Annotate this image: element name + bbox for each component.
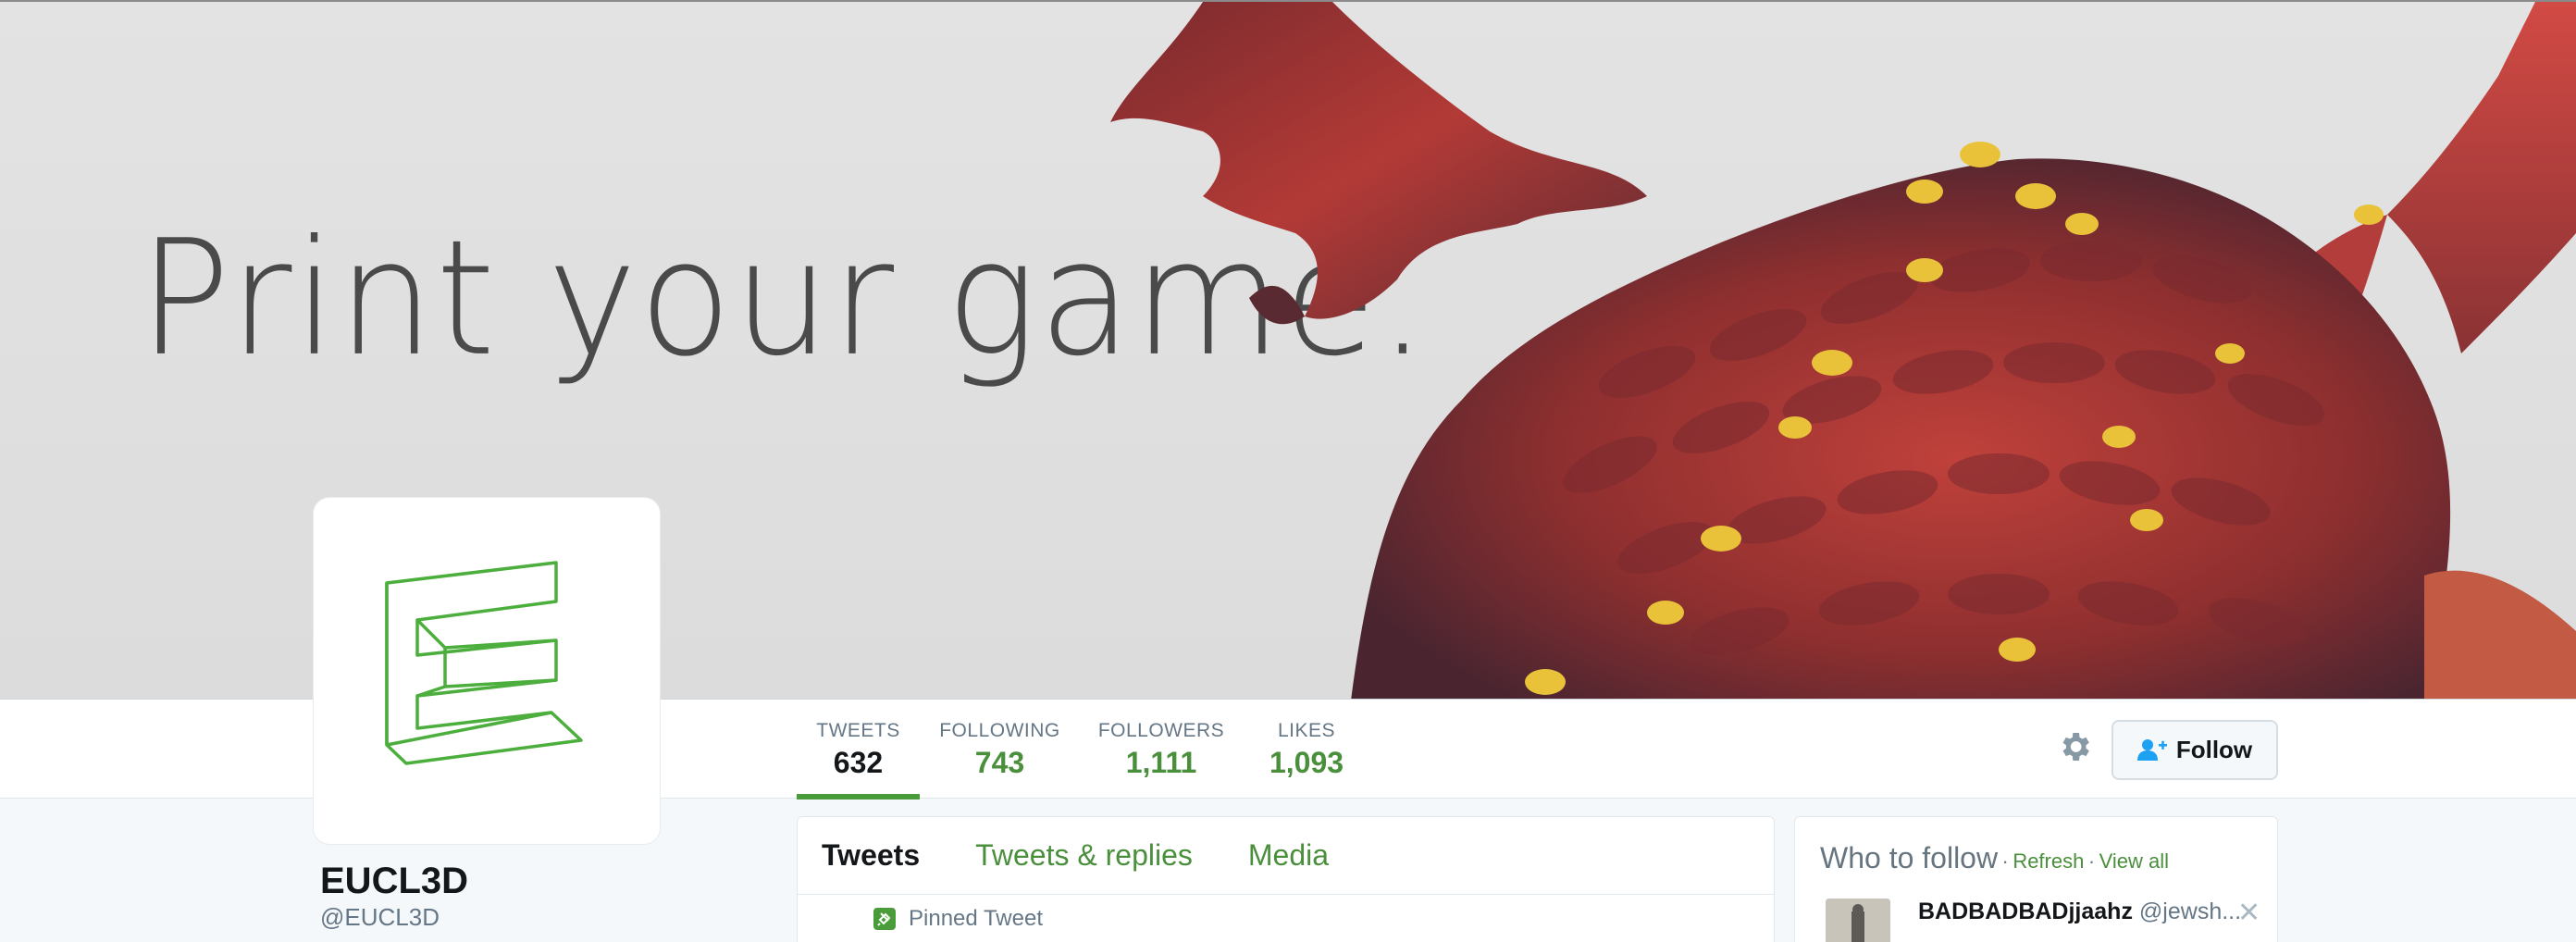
tab-media[interactable]: Media xyxy=(1248,838,1329,873)
separator-dot: · xyxy=(2001,849,2009,873)
dragon-figurine-image xyxy=(1110,2,2576,699)
eucl3d-logo xyxy=(385,561,583,765)
stat-tweets-value: 632 xyxy=(833,746,884,779)
profile-avatar[interactable] xyxy=(313,497,661,845)
follow-button-label: Follow xyxy=(2175,736,2253,763)
who-to-follow-header: Who to follow · Refresh · View all xyxy=(1820,841,2169,875)
separator-dot: · xyxy=(2087,849,2096,873)
stat-likes[interactable]: LIKES 1,093 xyxy=(1260,700,1353,799)
stat-tweets[interactable]: TWEETS 632 xyxy=(797,700,920,799)
pinned-tweet-label: Pinned Tweet xyxy=(909,906,1043,931)
tab-tweets[interactable]: Tweets xyxy=(822,838,920,873)
follow-button[interactable]: Follow xyxy=(2112,720,2278,780)
stat-likes-value: 1,093 xyxy=(1269,746,1344,779)
pin-icon xyxy=(873,908,896,930)
view-all-link[interactable]: View all xyxy=(2099,849,2169,873)
profile-handle[interactable]: @EUCL3D xyxy=(320,903,440,932)
suggestion-avatar[interactable] xyxy=(1826,899,1890,942)
stat-followers[interactable]: FOLLOWERS 1,111 xyxy=(1092,700,1231,799)
suggestion-handle: @jewsh... xyxy=(2138,899,2242,924)
gear-icon[interactable] xyxy=(2056,728,2093,765)
add-user-icon xyxy=(2136,738,2167,761)
refresh-link[interactable]: Refresh xyxy=(2012,849,2084,873)
stat-following-label: FOLLOWING xyxy=(939,720,1060,741)
timeline-card: Tweets Tweets & replies Media Pinned Twe… xyxy=(797,816,1775,942)
timeline-tabs: Tweets Tweets & replies Media xyxy=(798,817,1774,895)
stat-followers-value: 1,111 xyxy=(1125,746,1197,779)
stat-followers-label: FOLLOWERS xyxy=(1097,720,1225,741)
stat-tweets-label: TWEETS xyxy=(816,720,900,741)
pinned-tweet-header: Pinned Tweet xyxy=(798,906,1774,932)
suggestion-display-name: BADBADBADjjaahz xyxy=(1918,899,2133,924)
who-to-follow-card: Who to follow · Refresh · View all BADBA… xyxy=(1794,816,2278,942)
tab-tweets-replies[interactable]: Tweets & replies xyxy=(975,838,1193,873)
stat-following[interactable]: FOLLOWING 743 xyxy=(938,700,1061,799)
stat-following-value: 743 xyxy=(974,746,1025,779)
suggestion-name[interactable]: BADBADBADjjaahz @jewsh... xyxy=(1918,899,2241,925)
stat-likes-label: LIKES xyxy=(1277,720,1336,741)
profile-name[interactable]: EUCL3D xyxy=(320,861,468,902)
close-icon[interactable]: ✕ xyxy=(2237,897,2260,929)
who-to-follow-title: Who to follow xyxy=(1820,841,1999,874)
